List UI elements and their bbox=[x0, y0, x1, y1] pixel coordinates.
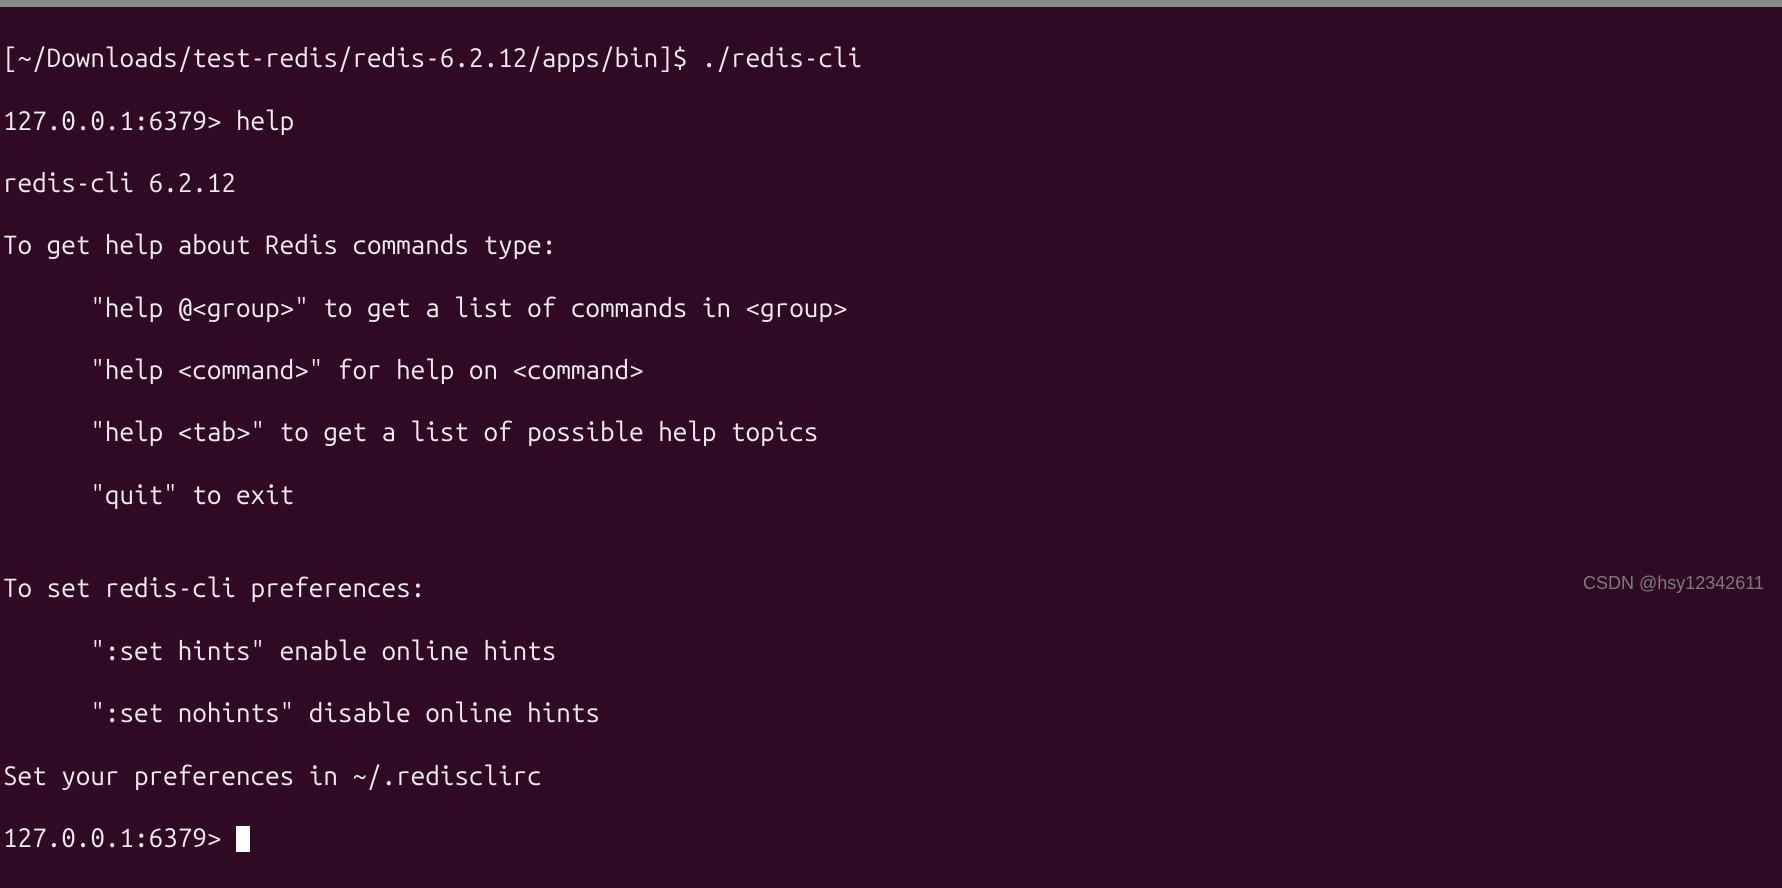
watermark-text: CSDN @hsy12342611 bbox=[1583, 573, 1764, 595]
help-group: "help @<group>" to get a list of command… bbox=[3, 292, 1779, 323]
shell-prompt: [~/Downloads/test-redis/redis-6.2.12/app… bbox=[3, 43, 702, 72]
shell-line: [~/Downloads/test-redis/redis-6.2.12/app… bbox=[3, 42, 1779, 73]
set-hints: ":set hints" enable online hints bbox=[3, 635, 1779, 666]
help-quit: "quit" to exit bbox=[3, 479, 1779, 510]
prefs-intro: To set redis-cli preferences: bbox=[3, 572, 1779, 603]
redis-input-line: 127.0.0.1:6379> help bbox=[3, 105, 1779, 136]
redis-prompt-line: 127.0.0.1:6379> bbox=[3, 822, 1779, 853]
terminal-content[interactable]: [~/Downloads/test-redis/redis-6.2.12/app… bbox=[0, 7, 1782, 888]
prefs-file: Set your preferences in ~/.redisclirc bbox=[3, 760, 1779, 791]
redis-command: help bbox=[236, 106, 294, 135]
redis-prompt-empty: 127.0.0.1:6379> bbox=[3, 823, 236, 852]
help-intro: To get help about Redis commands type: bbox=[3, 229, 1779, 260]
help-tab: "help <tab>" to get a list of possible h… bbox=[3, 416, 1779, 447]
redis-prompt: 127.0.0.1:6379> bbox=[3, 106, 236, 135]
cursor-icon bbox=[236, 826, 250, 852]
version-line: redis-cli 6.2.12 bbox=[3, 167, 1779, 198]
shell-command: ./redis-cli bbox=[702, 43, 862, 72]
set-nohints: ":set nohints" disable online hints bbox=[3, 697, 1779, 728]
window-top-border bbox=[0, 0, 1782, 7]
help-command: "help <command>" for help on <command> bbox=[3, 354, 1779, 385]
